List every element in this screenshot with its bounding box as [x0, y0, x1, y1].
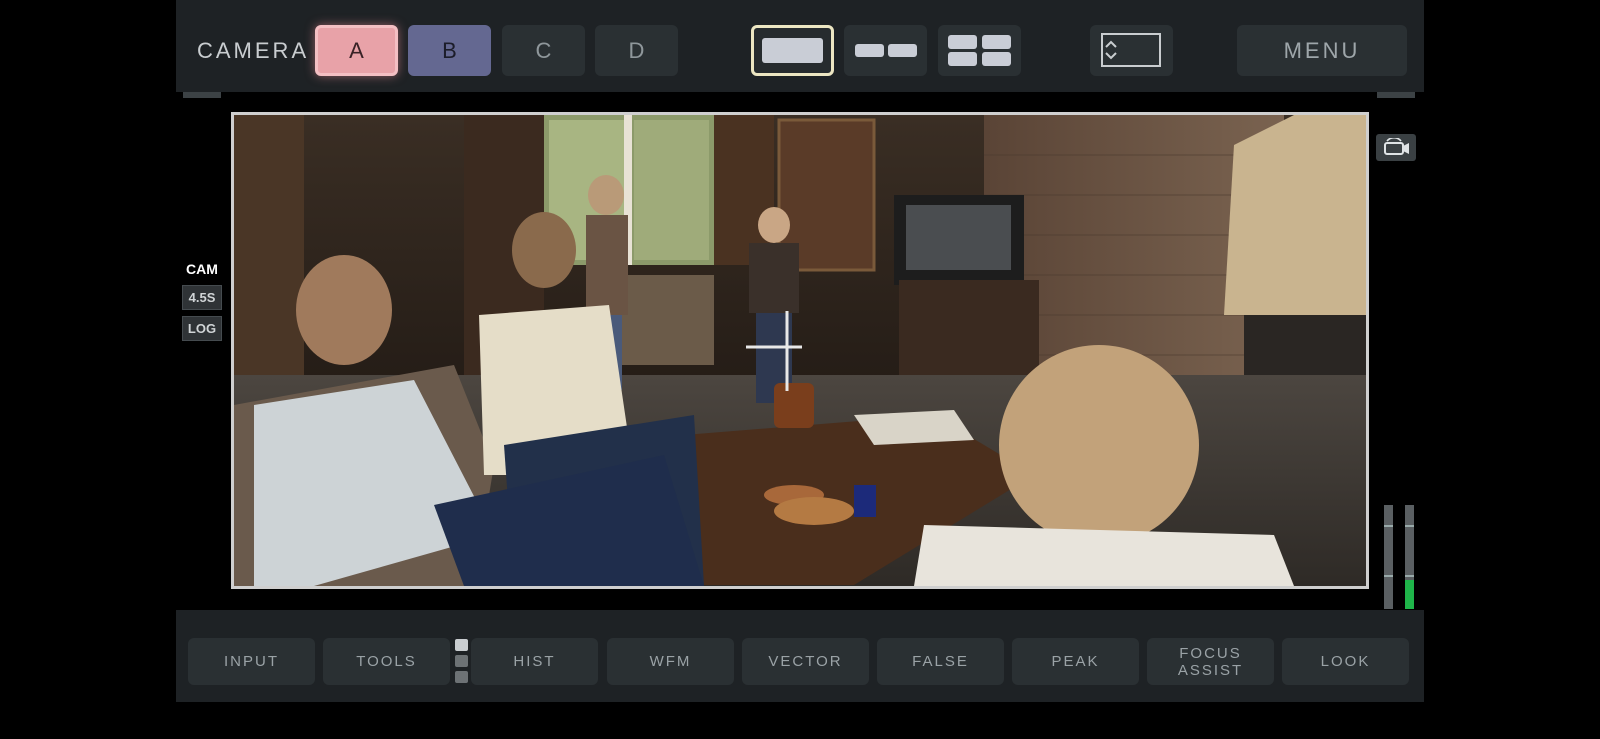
camera-b-button[interactable]: B [408, 25, 491, 76]
log-badge[interactable]: LOG [182, 316, 222, 341]
page-indicator-1[interactable] [455, 639, 468, 651]
audio-meter-left [1384, 505, 1393, 609]
hist-button[interactable]: HIST [471, 638, 598, 685]
camera-c-button[interactable]: C [502, 25, 585, 76]
meter-tick [1384, 575, 1393, 577]
layout-dual-button[interactable] [844, 25, 927, 76]
fps-badge[interactable]: 4.5S [182, 285, 222, 310]
audio-meter-right [1405, 505, 1414, 609]
camera-viewer[interactable] [231, 112, 1369, 589]
meter-tick [1384, 525, 1393, 527]
look-button[interactable]: LOOK [1282, 638, 1409, 685]
living-room-scene [234, 115, 1366, 586]
vector-button[interactable]: VECTOR [742, 638, 869, 685]
expand-button[interactable] [1090, 25, 1173, 76]
wfm-button[interactable]: WFM [607, 638, 734, 685]
input-button[interactable]: INPUT [188, 638, 315, 685]
camera-d-button[interactable]: D [595, 25, 678, 76]
cam-label: CAM [186, 261, 218, 277]
peak-button[interactable]: PEAK [1012, 638, 1139, 685]
layout-single-button[interactable] [751, 25, 834, 76]
dual-view-left-icon [855, 44, 884, 57]
single-view-icon [762, 38, 823, 63]
camera-flip-icon[interactable] [1376, 134, 1416, 161]
meter-tick [1405, 575, 1414, 577]
quad-view-tile [982, 35, 1011, 49]
page-indicator-2[interactable] [455, 655, 468, 667]
focus-assist-button[interactable]: FOCUS ASSIST [1147, 638, 1274, 685]
dual-view-right-icon [888, 44, 917, 57]
meter-tick [1405, 525, 1414, 527]
page-indicator-3[interactable] [455, 671, 468, 683]
quad-view-tile [982, 52, 1011, 66]
tools-button[interactable]: TOOLS [323, 638, 450, 685]
quad-view-tile [948, 52, 977, 66]
top-left-tab[interactable] [183, 92, 221, 98]
camera-label: CAMERA [197, 38, 310, 63]
false-color-button[interactable]: FALSE [877, 638, 1004, 685]
audio-level-fill [1405, 579, 1414, 609]
top-right-tab[interactable] [1377, 92, 1415, 98]
quad-view-icon [948, 35, 977, 49]
layout-quad-button[interactable] [938, 25, 1021, 76]
chevron-up-down-icon [1105, 40, 1117, 60]
menu-button[interactable]: MENU [1237, 25, 1407, 76]
expand-icon [1101, 33, 1161, 67]
camera-swap-icon [1384, 137, 1409, 155]
camera-a-button[interactable]: A [315, 25, 398, 76]
